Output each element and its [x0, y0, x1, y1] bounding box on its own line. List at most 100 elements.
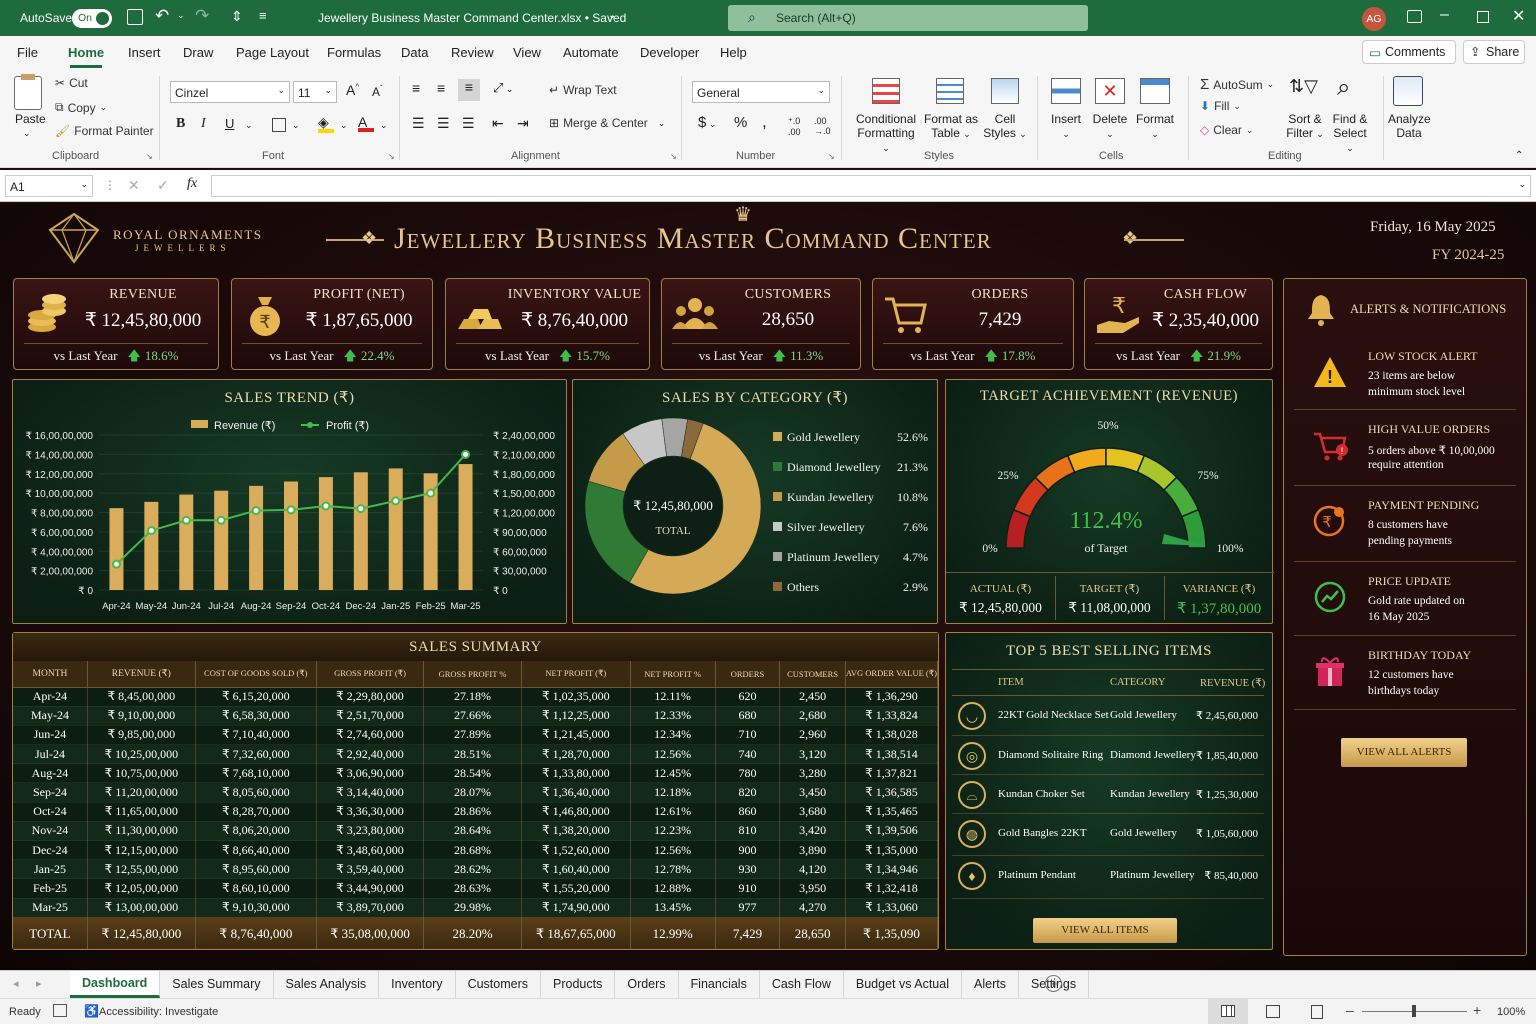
tab-formulas[interactable]: Formulas	[327, 45, 381, 60]
sheet-tab-cash-flow[interactable]: Cash Flow	[760, 971, 844, 998]
conditional-formatting-button[interactable]: Conditional Formatting ⌄	[856, 112, 916, 154]
increase-indent-icon[interactable]: ⇥	[517, 115, 529, 132]
sheet-tab-inventory[interactable]: Inventory	[379, 971, 456, 998]
kpi-cash-flow[interactable]: ₹ CASH FLOW ₹ 2,35,40,000 vs Last Year 🡅 2…	[1084, 278, 1273, 370]
collapse-ribbon-icon[interactable]: ⌃	[1515, 150, 1523, 161]
tab-file[interactable]: File	[17, 45, 38, 60]
delete-cells-button[interactable]: Delete ⌄	[1092, 112, 1128, 140]
align-bottom-icon[interactable]: ≡	[458, 79, 480, 101]
insert-cells-button[interactable]: Insert ⌄	[1051, 112, 1081, 140]
analyze-data-button[interactable]: Analyze Data	[1388, 112, 1431, 140]
accessibility-status[interactable]: Accessibility: Investigate	[99, 1006, 218, 1018]
cancel-icon[interactable]: ✕	[128, 177, 140, 194]
undo-dropdown-icon[interactable]: ⌄	[177, 10, 185, 21]
format-painter-button[interactable]: 🖌 Format Painter	[55, 124, 154, 138]
merge-center-button[interactable]: ⊞ Merge & Center ⌄	[549, 116, 665, 130]
autosave-toggle[interactable]: On	[72, 9, 112, 28]
clear-button[interactable]: ◇ Clear ⌄	[1200, 123, 1253, 137]
tab-developer[interactable]: Developer	[640, 45, 699, 60]
search-box[interactable]: ⌕ Search (Alt+Q)	[728, 5, 1088, 31]
close-icon[interactable]: ✕	[1512, 6, 1525, 26]
sheet-tab-sales-analysis[interactable]: Sales Analysis	[274, 971, 380, 998]
sheet-tab-dashboard[interactable]: Dashboard	[70, 971, 161, 998]
tab-page-layout[interactable]: Page Layout	[236, 45, 309, 60]
format-cells-button[interactable]: Format ⌄	[1135, 112, 1175, 140]
align-middle-icon[interactable]: ≡	[437, 80, 445, 96]
zoom-out-icon[interactable]: –	[1346, 1002, 1354, 1018]
autosum-button[interactable]: Σ AutoSum ⌄	[1200, 76, 1274, 93]
delete-cells-icon[interactable]: ✕	[1095, 78, 1125, 104]
share-button[interactable]: ⇪ Share	[1463, 40, 1525, 64]
scroll-right-icon[interactable]: ▸	[36, 977, 42, 990]
scroll-left-icon[interactable]: ◂	[13, 977, 19, 990]
copy-button[interactable]: ⧉ Copy ⌄	[55, 100, 107, 115]
kpi-customers[interactable]: CUSTOMERS 28,650 vs Last Year 🡅 11.3%	[661, 278, 861, 370]
page-break-view-icon[interactable]	[1311, 1005, 1323, 1019]
analyze-data-icon[interactable]	[1393, 76, 1423, 106]
top-item-row[interactable]: ◡ 22KT Gold Necklace Set Gold Jewellery ₹ 2…	[952, 696, 1264, 736]
decrease-decimal-icon[interactable]: .00 →.0	[814, 116, 831, 136]
kpi-revenue[interactable]: REVENUE ₹ 12,45,80,000 vs Last Year 🡅 18.6…	[13, 278, 219, 370]
enter-icon[interactable]: ✓	[157, 177, 169, 194]
align-top-icon[interactable]: ≡	[412, 80, 420, 96]
add-sheet-icon[interactable]: +	[1045, 975, 1062, 992]
sheet-tab-budget-vs-actual[interactable]: Budget vs Actual	[844, 971, 962, 998]
tab-data[interactable]: Data	[401, 45, 428, 60]
minimize-icon[interactable]: –	[1440, 6, 1449, 24]
sheet-tab-products[interactable]: Products	[541, 971, 616, 998]
save-icon[interactable]	[127, 9, 143, 25]
ribbon-display-icon[interactable]	[1407, 10, 1422, 23]
format-as-table-icon[interactable]	[936, 78, 964, 104]
orientation-icon[interactable]: ⤢ ⌄	[493, 80, 513, 96]
kpi-orders[interactable]: ORDERS 7,429 vs Last Year 🡅 17.8%	[872, 278, 1074, 370]
insert-cells-icon[interactable]	[1051, 78, 1081, 104]
cell-styles-button[interactable]: Cell Styles ⌄	[982, 112, 1028, 140]
increase-font-icon[interactable]: A^	[346, 82, 359, 98]
underline-icon[interactable]: U	[225, 116, 234, 131]
font-size-select[interactable]: 11 ⌄	[293, 81, 337, 103]
tab-help[interactable]: Help	[720, 45, 747, 60]
alert-item[interactable]: BIRTHDAY TODAY 12 customers have birthdays…	[1294, 636, 1516, 710]
sheet-tab-financials[interactable]: Financials	[679, 971, 760, 998]
tab-review[interactable]: Review	[451, 45, 494, 60]
alert-item[interactable]: ₹ PAYMENT PENDING 8 customers have pending …	[1294, 486, 1516, 562]
conditional-formatting-icon[interactable]	[872, 78, 900, 104]
fill-button[interactable]: ⬇ Fill ⌄	[1200, 99, 1241, 113]
paste-button[interactable]: Paste	[15, 112, 46, 126]
comments-button[interactable]: ▭ Comments	[1362, 40, 1456, 64]
align-center-icon[interactable]: ☰	[437, 115, 450, 132]
increase-decimal-icon[interactable]: ⁺.0.00	[788, 116, 801, 137]
italic-icon[interactable]: I	[201, 116, 206, 132]
undo-icon[interactable]: ↶	[155, 6, 169, 26]
wrap-text-button[interactable]: ↵ Wrap Text	[549, 83, 617, 97]
document-title[interactable]: Jewellery Business Master Command Center…	[318, 11, 626, 25]
font-color-icon[interactable]: A	[358, 114, 374, 132]
tab-draw[interactable]: Draw	[183, 45, 213, 60]
view-all-alerts-button[interactable]: VIEW ALL ALERTS	[1341, 738, 1467, 767]
page-layout-view-icon[interactable]	[1266, 1005, 1280, 1018]
name-box[interactable]: A1 ⌄	[5, 175, 93, 197]
bold-icon[interactable]: B	[176, 116, 185, 132]
format-as-table-button[interactable]: Format as Table ⌄	[922, 112, 980, 140]
find-select-icon[interactable]: ⌕	[1337, 74, 1350, 102]
sort-filter-icon[interactable]: ⇅▽	[1289, 76, 1318, 97]
sheet-tab-sales-summary[interactable]: Sales Summary	[160, 971, 274, 998]
currency-icon[interactable]: $ ⌄	[698, 114, 716, 131]
decrease-font-icon[interactable]: Aˇ	[372, 84, 383, 99]
top-item-row[interactable]: ♦ Platinum Pendant Platinum Jewellery ₹ 85,…	[952, 856, 1264, 899]
sort-filter-button[interactable]: Sort & Filter ⌄	[1284, 112, 1326, 140]
zoom-level[interactable]: 100%	[1497, 1006, 1525, 1018]
cut-button[interactable]: ✂ Cut	[55, 76, 88, 90]
tab-view[interactable]: View	[513, 45, 541, 60]
kpi-profit[interactable]: ₹ PROFIT (NET) ₹ 1,87,65,000 vs Last Yea…	[231, 278, 433, 370]
font-launcher-icon[interactable]: ↘	[388, 152, 395, 161]
paste-icon[interactable]	[14, 74, 42, 110]
customize-toolbar-icon[interactable]: ≡	[259, 8, 267, 23]
sheet-tab-alerts[interactable]: Alerts	[962, 971, 1019, 998]
top-item-row[interactable]: ◎ Diamond Solitaire Ring Diamond Jewellery…	[952, 736, 1264, 775]
font-color-dropdown-icon[interactable]: ⌄	[380, 120, 388, 131]
alert-item[interactable]: PRICE UPDATE Gold rate updated on 16 May 2…	[1294, 562, 1516, 636]
macro-record-icon[interactable]	[53, 1004, 67, 1017]
number-launcher-icon[interactable]: ↘	[828, 152, 835, 161]
format-cells-icon[interactable]	[1140, 78, 1170, 104]
